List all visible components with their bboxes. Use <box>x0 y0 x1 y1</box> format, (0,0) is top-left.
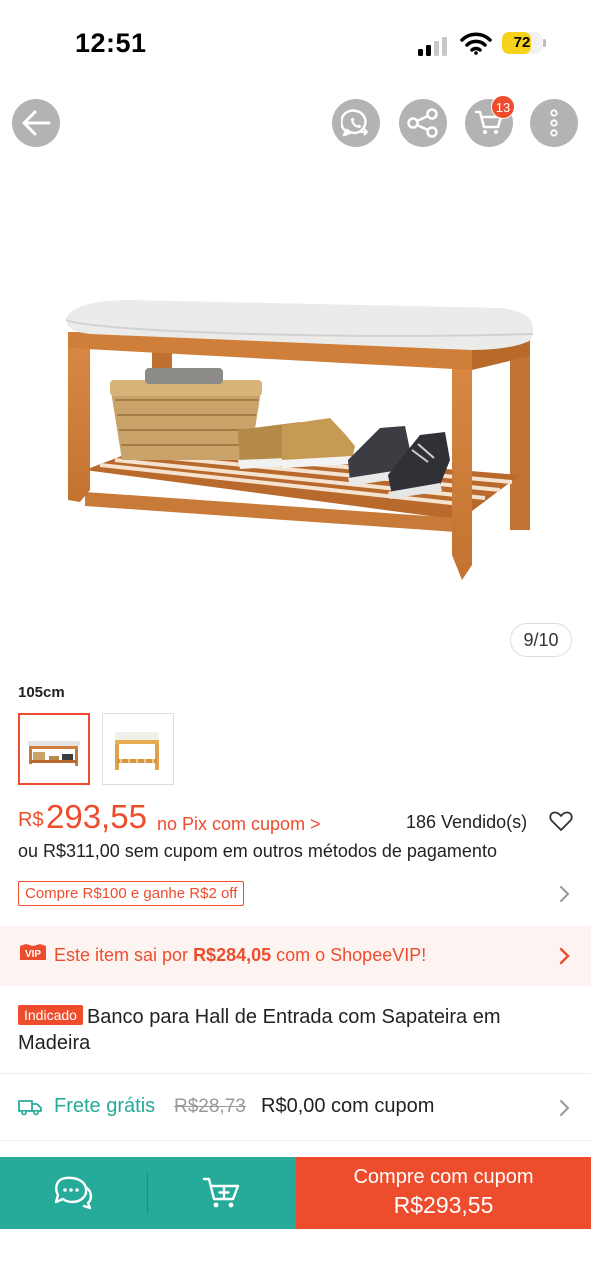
shipping-old-price: R$28,73 <box>174 1096 246 1117</box>
image-counter: 9/10 <box>510 623 572 657</box>
price-row: R$ 293,55 no Pix com cupom > 186 Vendido… <box>18 798 578 838</box>
vip-text-before: Este item sai por <box>54 945 194 965</box>
chevron-right-icon[interactable] <box>558 885 570 903</box>
chevron-right-icon <box>560 1100 570 1116</box>
price-currency: R$ <box>18 809 44 831</box>
add-to-cart-button[interactable] <box>148 1157 296 1229</box>
product-image[interactable] <box>0 160 591 660</box>
buy-with-coupon-button[interactable]: Compre com cupom R$293,55 <box>296 1157 591 1229</box>
chat-button[interactable] <box>0 1157 148 1229</box>
indicado-badge: Indicado <box>18 1005 83 1025</box>
chevron-right-icon <box>559 947 570 965</box>
thumbnail-image <box>28 741 80 766</box>
thumbnail-bench-empty[interactable] <box>102 713 174 785</box>
thumbnail-image <box>115 732 159 770</box>
vip-amount: R$284,05 <box>193 945 272 965</box>
product-title-text: Banco para Hall de Entrada com Sapateira… <box>18 1006 501 1054</box>
divider <box>0 1073 591 1074</box>
vip-text: Este item sai por R$284,05 com o ShopeeV… <box>54 945 426 966</box>
sold-count: 186 Vendido(s) <box>406 812 528 832</box>
pix-coupon-link[interactable]: no Pix com cupom > <box>157 814 321 835</box>
promo-tag[interactable]: Compre R$100 e ganhe R$2 off <box>18 881 245 906</box>
shipping-new-price: R$0,00 com cupom <box>261 1095 435 1117</box>
buy-button-label: Compre com cupom <box>353 1166 534 1188</box>
more-options-button[interactable] <box>530 99 578 147</box>
vip-badge-icon: VIP <box>20 944 46 960</box>
share-button[interactable] <box>399 99 447 147</box>
status-bar: 12:51 72 <box>0 0 591 88</box>
cart-count-badge: 13 <box>491 95 515 119</box>
product-title: Indicado Banco para Hall de Entrada com S… <box>18 1004 578 1056</box>
cart-button[interactable]: 13 <box>465 95 515 147</box>
back-button[interactable] <box>12 99 60 147</box>
price-value: 293,55 <box>46 798 147 835</box>
cellular-signal-icon <box>418 37 447 56</box>
thumbnail-bench-with-shoes[interactable] <box>18 713 90 785</box>
share-icon <box>407 108 438 138</box>
vip-text-after: com o ShopeeVIP! <box>271 945 427 965</box>
battery-percent: 72 <box>513 34 531 51</box>
whatsapp-share-button[interactable] <box>332 99 380 147</box>
vip-badge-text: VIP <box>25 949 41 960</box>
add-to-cart-icon <box>202 1177 240 1208</box>
status-time: 12:51 <box>75 28 147 58</box>
shipping-row[interactable]: Frete grátis R$28,73 R$0,00 com cupom <box>0 1078 591 1138</box>
bottom-action-bar: Compre com cupom R$293,55 <box>0 1157 591 1229</box>
truck-icon <box>18 1100 42 1116</box>
alternative-price: ou R$311,00 sem cupom em outros métodos … <box>18 841 497 861</box>
divider <box>0 1140 591 1141</box>
battery-indicator: 72 <box>502 32 546 54</box>
free-shipping-label: Frete grátis <box>54 1095 156 1117</box>
wifi-icon <box>460 32 492 55</box>
heart-icon[interactable] <box>549 810 573 832</box>
chat-icon <box>54 1176 93 1210</box>
whatsapp-share-icon <box>341 109 369 137</box>
battery-cap <box>543 39 546 47</box>
more-options-icon <box>550 109 558 137</box>
back-arrow-icon <box>22 110 51 136</box>
buy-button-price: R$293,55 <box>393 1192 494 1218</box>
battery-body: 72 <box>502 32 542 54</box>
variant-label: 105cm <box>18 684 65 701</box>
shopee-vip-banner[interactable]: VIP Este item sai por R$284,05 com o Sho… <box>0 926 591 986</box>
